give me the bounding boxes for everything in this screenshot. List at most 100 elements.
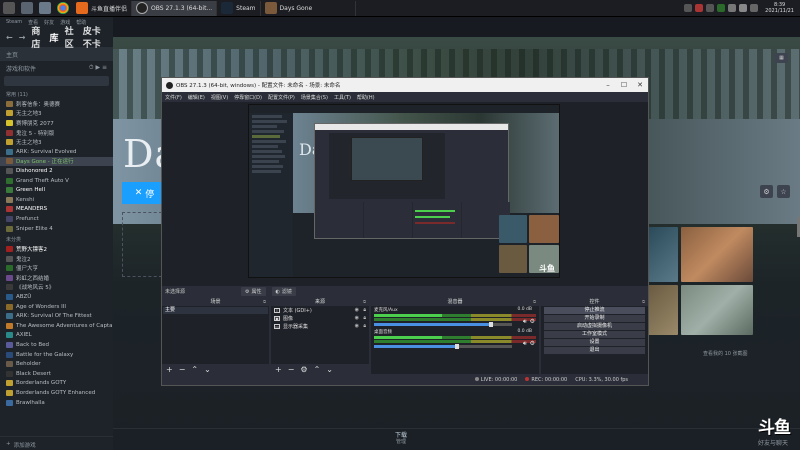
down-icon[interactable]: ⌄: [204, 365, 211, 374]
gear-icon[interactable]: ⚙: [760, 185, 773, 198]
lock-icon[interactable]: 🔒︎: [363, 307, 366, 313]
tray-app-icon[interactable]: [717, 4, 726, 12]
category-header[interactable]: 未分类: [0, 233, 113, 244]
minimize-icon[interactable]: –: [600, 81, 616, 89]
source-item[interactable]: T 文本 (GDI+) ◉ 🔒︎: [271, 306, 369, 314]
screenshot[interactable]: [681, 227, 753, 282]
menu-profile[interactable]: 配置文件(P): [268, 94, 295, 101]
keyboard-icon[interactable]: [750, 4, 759, 12]
taskbar-task-douyu[interactable]: 斗鱼直播伴侣: [72, 0, 133, 16]
remove-icon[interactable]: −: [288, 365, 295, 374]
game-list-item[interactable]: 无主之地3: [0, 109, 113, 119]
obs-preview[interactable]: Da 斗鱼: [162, 102, 648, 286]
stop-streaming-button[interactable]: 停止推流: [544, 307, 645, 314]
game-list-item[interactable]: The Awesome Adventures of Capta: [0, 321, 113, 331]
eye-icon[interactable]: ◉: [355, 307, 359, 313]
menu-help[interactable]: 帮助(H): [357, 94, 375, 101]
game-list-item[interactable]: 鬼泣2: [0, 254, 113, 264]
volume-icon[interactable]: [739, 4, 748, 12]
hero-settings-button[interactable]: ▦: [775, 53, 788, 63]
dock-float-icon[interactable]: ⧉: [642, 298, 645, 306]
properties-button[interactable]: ⚙ 属性: [241, 287, 266, 296]
game-list-item[interactable]: 无主之地3: [0, 137, 113, 147]
taskbar-task-steam[interactable]: Steam: [217, 0, 261, 16]
obs-title-bar[interactable]: OBS 27.1.3 (64-bit, windows) - 配置文件: 未命名…: [162, 78, 648, 92]
volume-slider[interactable]: [374, 322, 512, 327]
menu-view[interactable]: 视图(V): [211, 94, 228, 101]
game-list-item[interactable]: 荒野大镖客2: [0, 244, 113, 254]
nav-library[interactable]: 库: [50, 31, 59, 44]
network-icon[interactable]: [728, 4, 737, 12]
start-recording-button[interactable]: 开始录制: [544, 315, 645, 322]
game-list-item[interactable]: Borderlands GOTY: [0, 379, 113, 389]
game-list-item[interactable]: Beholder: [0, 359, 113, 369]
game-list-item[interactable]: Age of Wonders III: [0, 302, 113, 312]
game-list-item[interactable]: ARK: Survival Of The Fittest: [0, 311, 113, 321]
exit-button[interactable]: 退出: [544, 347, 645, 354]
menu-docks[interactable]: 停靠窗口(D): [234, 94, 262, 101]
game-list-item[interactable]: MEANDERS: [0, 205, 113, 215]
screenshot[interactable]: [681, 285, 753, 335]
source-item[interactable]: ▣ 图像 ◉ 🔒︎: [271, 314, 369, 322]
back-arrow-icon[interactable]: ←: [6, 33, 13, 42]
game-list-item[interactable]: Days Gone - 正在运行: [0, 156, 113, 167]
taskbar-task-daysgone[interactable]: Days Gone: [261, 0, 356, 16]
lock-icon[interactable]: 🔒︎: [363, 315, 366, 321]
tray-app-icon[interactable]: [684, 4, 693, 12]
game-list-item[interactable]: Brawlhalla: [0, 398, 113, 408]
tray-app-icon[interactable]: [695, 4, 704, 12]
down-icon[interactable]: ⌄: [326, 365, 333, 374]
eye-icon[interactable]: ◉: [355, 323, 359, 329]
friends-chat-button[interactable]: 好友与聊天: [758, 438, 788, 447]
menu-tools[interactable]: 工具(T): [334, 94, 351, 101]
eye-icon[interactable]: ◉: [355, 315, 359, 321]
close-icon[interactable]: ✕: [632, 81, 648, 89]
steam-menu-item[interactable]: Steam: [6, 19, 22, 25]
start-icon[interactable]: [3, 2, 15, 14]
game-list-item[interactable]: 彩虹之西结婚: [0, 273, 113, 283]
remove-icon[interactable]: −: [179, 365, 186, 374]
game-list-item[interactable]: Kenshi: [0, 195, 113, 205]
gear-icon[interactable]: ⚙: [530, 318, 535, 326]
game-list-item[interactable]: Dishonored 2: [0, 166, 113, 176]
folder-icon[interactable]: [39, 2, 51, 14]
game-list-item[interactable]: Grand Theft Auto V: [0, 176, 113, 186]
game-list-item[interactable]: Borderlands GOTY Enhanced: [0, 388, 113, 398]
source-item[interactable]: ▭ 显示器采集 ◉ 🔒︎: [271, 322, 369, 330]
nav-community[interactable]: 社区: [65, 24, 77, 50]
tray-app-icon[interactable]: [706, 4, 715, 12]
game-list-item[interactable]: 鬼泣 5 - 特别版: [0, 128, 113, 138]
category-header[interactable]: 常用 (11): [0, 88, 113, 99]
start-virtual-camera-button[interactable]: 启动虚拟摄像机: [544, 323, 645, 330]
game-list-item[interactable]: Black Desert: [0, 369, 113, 379]
taskbar-task-obs[interactable]: OBS 27.1.3 (64-bit...: [132, 0, 218, 16]
gear-icon[interactable]: ⚙: [300, 365, 307, 374]
screenshot[interactable]: [648, 227, 678, 282]
volume-knob[interactable]: [454, 344, 459, 349]
menu-scene-collection[interactable]: 场景集合(S): [301, 94, 328, 101]
scene-item[interactable]: 主要: [163, 307, 268, 314]
game-list-item[interactable]: Green Hell: [0, 185, 113, 195]
menu-file[interactable]: 文件(F): [165, 94, 182, 101]
game-list-item[interactable]: Prefunct: [0, 214, 113, 224]
add-game-button[interactable]: + 添加游戏: [0, 436, 113, 450]
game-list-item[interactable]: Back to Bed: [0, 340, 113, 350]
game-list-item[interactable]: AXIEL: [0, 331, 113, 341]
filters-button[interactable]: ◐ 滤镜: [271, 287, 296, 296]
add-icon[interactable]: +: [275, 365, 282, 374]
nav-profile[interactable]: 皮卡不卡: [83, 24, 107, 50]
library-filter[interactable]: 游戏和软件 ⏱ ▶ ≡: [0, 61, 113, 74]
game-list-item[interactable]: ARK: Survival Evolved: [0, 147, 113, 157]
star-icon[interactable]: ☆: [777, 185, 790, 198]
game-list-item[interactable]: 僵尸大亨: [0, 264, 113, 274]
chrome-icon[interactable]: [57, 2, 69, 14]
dock-float-icon[interactable]: ⧉: [263, 298, 266, 306]
studio-mode-button[interactable]: 工作室模式: [544, 331, 645, 338]
game-list-item[interactable]: Sniper Elite 4: [0, 224, 113, 234]
add-icon[interactable]: +: [166, 365, 173, 374]
volume-slider[interactable]: [374, 344, 512, 349]
game-list-item[interactable]: ABZÛ: [0, 292, 113, 302]
lock-icon[interactable]: 🔒︎: [363, 323, 366, 329]
up-icon[interactable]: ⌃: [191, 365, 198, 374]
gear-icon[interactable]: ⚙: [530, 340, 535, 348]
